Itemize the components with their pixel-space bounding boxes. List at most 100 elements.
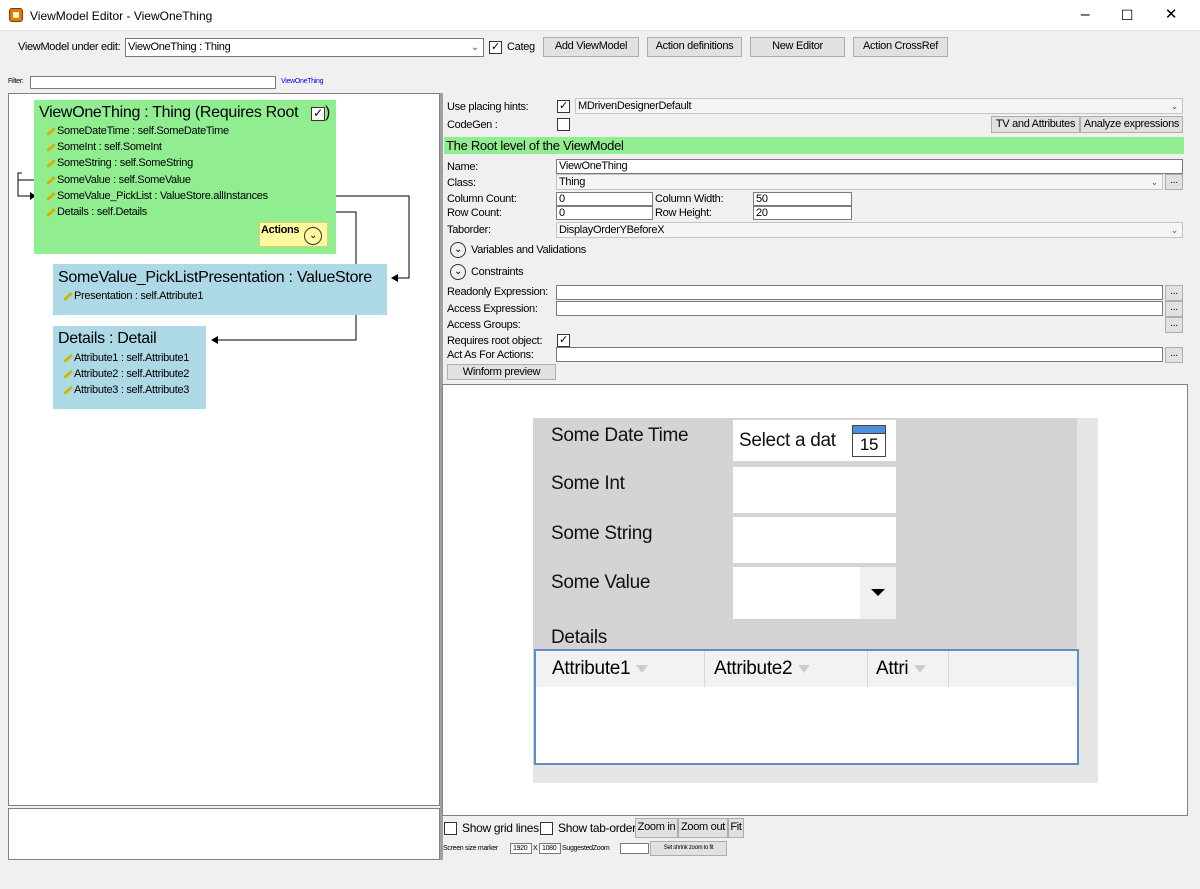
row-count-input[interactable]: 0 bbox=[556, 206, 653, 220]
chevron-down-icon: ⌄ bbox=[1170, 101, 1179, 111]
categ-label: Categ bbox=[507, 41, 535, 53]
preview-string-label: Some String bbox=[551, 523, 653, 544]
class-browse-button[interactable]: ... bbox=[1165, 174, 1183, 190]
preview-value-label: Some Value bbox=[551, 572, 651, 593]
tree-row-label: SomeString : self.SomeString bbox=[57, 157, 193, 169]
screen-height-input[interactable]: 1080 bbox=[539, 843, 561, 854]
set-shrink-zoom-button[interactable]: Set shrink zoom to fit bbox=[650, 841, 727, 856]
readonly-expression-input[interactable] bbox=[556, 285, 1163, 300]
name-input[interactable]: ViewOneThing bbox=[556, 159, 1183, 174]
chevron-down-icon[interactable]: ⌄ bbox=[304, 227, 322, 245]
requires-root-checkbox: ✓ bbox=[311, 107, 325, 121]
name-label: Name: bbox=[447, 161, 478, 173]
pencil-icon bbox=[46, 126, 56, 136]
tree-row-presentation[interactable]: Presentation : self.Attribute1 bbox=[63, 288, 204, 304]
calendar-icon[interactable]: 15 bbox=[852, 425, 886, 457]
access-browse-button[interactable]: ... bbox=[1165, 301, 1183, 317]
tree-row-label: SomeValue : self.SomeValue bbox=[57, 174, 191, 186]
access-groups-browse-button[interactable]: ... bbox=[1165, 317, 1183, 333]
tree-row-attribute1[interactable]: Attribute1 : self.Attribute1 bbox=[63, 350, 189, 366]
codegen-label: CodeGen : bbox=[447, 119, 498, 131]
chevron-down-icon[interactable]: ⌄ bbox=[450, 242, 466, 258]
column-width-input[interactable]: 50 bbox=[753, 192, 852, 206]
grid-header-attribute1[interactable]: Attribute1 bbox=[536, 651, 705, 687]
chevron-down-icon[interactable]: ⌄ bbox=[450, 264, 466, 280]
column-count-label: Column Count: bbox=[447, 193, 517, 205]
tree-row-picklist[interactable]: SomeValue_PickList : ValueStore.allInsta… bbox=[46, 188, 268, 204]
tree-row-somestring[interactable]: SomeString : self.SomeString bbox=[46, 155, 193, 171]
zoom-in-button[interactable]: Zoom in bbox=[635, 818, 678, 838]
action-crossref-button[interactable]: Action CrossRef bbox=[853, 37, 948, 57]
suggested-zoom-input[interactable] bbox=[620, 843, 649, 854]
tree-row-somedatetime[interactable]: SomeDateTime : self.SomeDateTime bbox=[46, 123, 229, 139]
add-viewmodel-button[interactable]: Add ViewModel bbox=[543, 37, 639, 57]
requires-root-object-checkbox[interactable]: ✓ bbox=[557, 334, 570, 347]
pencil-icon bbox=[46, 191, 56, 201]
act-as-for-actions-input[interactable] bbox=[556, 347, 1163, 362]
pencil-icon bbox=[46, 175, 56, 185]
pencil-icon bbox=[46, 158, 56, 168]
show-grid-lines-checkbox[interactable] bbox=[444, 822, 457, 835]
analyze-expressions-button[interactable]: Analyze expressions bbox=[1080, 116, 1183, 133]
pencil-icon bbox=[63, 291, 73, 301]
fit-button[interactable]: Fit bbox=[728, 818, 744, 838]
preview-value-combobox[interactable] bbox=[733, 567, 860, 619]
class-value: Thing bbox=[559, 176, 586, 188]
grid-header-attribute2[interactable]: Attribute2 bbox=[705, 651, 868, 687]
close-button[interactable]: ✕ bbox=[1148, 0, 1194, 31]
tree-row-somevalue[interactable]: SomeValue : self.SomeValue bbox=[46, 172, 191, 188]
tree-row-label: Details : self.Details bbox=[57, 206, 147, 218]
new-editor-button[interactable]: New Editor bbox=[750, 37, 845, 57]
preview-date-label: Some Date Time bbox=[551, 425, 689, 446]
variables-validations-toggle[interactable]: Variables and Validations bbox=[471, 244, 586, 256]
winform-preview-button[interactable]: Winform preview bbox=[447, 364, 556, 380]
preview-string-input[interactable] bbox=[733, 517, 896, 563]
taborder-select[interactable]: DisplayOrderYBeforeX ⌄ bbox=[556, 222, 1183, 238]
column-count-input[interactable]: 0 bbox=[556, 192, 653, 206]
screen-width-input[interactable]: 1920 bbox=[510, 843, 532, 854]
readonly-browse-button[interactable]: ... bbox=[1165, 285, 1183, 301]
access-expression-input[interactable] bbox=[556, 301, 1163, 316]
calendar-icon-day: 15 bbox=[859, 435, 879, 454]
taborder-value: DisplayOrderYBeforeX bbox=[559, 224, 665, 236]
tree-row-someint[interactable]: SomeInt : self.SomeInt bbox=[46, 139, 162, 155]
maximize-button[interactable]: ☐ bbox=[1104, 0, 1150, 31]
class-select[interactable]: Thing ⌄ bbox=[556, 174, 1163, 190]
constraints-toggle[interactable]: Constraints bbox=[471, 266, 524, 278]
show-tab-order-checkbox[interactable] bbox=[540, 822, 553, 835]
filter-icon bbox=[914, 664, 927, 673]
pencil-icon bbox=[63, 385, 73, 395]
root-viewmodel-title: ViewOneThing : Thing (Requires Root bbox=[39, 104, 299, 121]
tree-row-label: Attribute2 : self.Attribute2 bbox=[74, 368, 190, 380]
tree-row-attribute2[interactable]: Attribute2 : self.Attribute2 bbox=[63, 366, 189, 382]
preview-date-placeholder: Select a dat bbox=[739, 430, 836, 451]
tree-row-attribute3[interactable]: Attribute3 : self.Attribute3 bbox=[63, 382, 189, 398]
tree-row-label: Attribute3 : self.Attribute3 bbox=[74, 384, 190, 396]
zoom-out-button[interactable]: Zoom out bbox=[678, 818, 728, 838]
grid-header-attribute3[interactable]: Attri bbox=[868, 651, 949, 687]
suggested-zoom-label: SuggestedZoom bbox=[562, 845, 610, 852]
action-definitions-button[interactable]: Action definitions bbox=[647, 37, 742, 57]
minimize-button[interactable]: – bbox=[1062, 0, 1108, 31]
class-label: Class: bbox=[447, 177, 476, 189]
categ-checkbox[interactable]: ✓ bbox=[489, 41, 502, 54]
row-height-input[interactable]: 20 bbox=[753, 206, 852, 220]
calendar-icon-header bbox=[853, 426, 885, 434]
tree-row-details[interactable]: Details : self.Details bbox=[46, 204, 147, 220]
placing-hints-label: Use placing hints: bbox=[447, 101, 529, 113]
preview-int-input[interactable] bbox=[733, 467, 896, 513]
placing-hints-select[interactable]: MDrivenDesignerDefault ⌄ bbox=[575, 98, 1183, 114]
tree-row-label: Presentation : self.Attribute1 bbox=[74, 290, 204, 302]
act-as-browse-button[interactable]: ... bbox=[1165, 347, 1183, 363]
column-width-label: Column Width: bbox=[655, 193, 724, 205]
grid-header-label: Attribute1 bbox=[552, 658, 631, 679]
tv-attributes-button[interactable]: TV and Attributes bbox=[991, 116, 1080, 133]
placing-hints-checkbox[interactable]: ✓ bbox=[557, 100, 570, 113]
tree-row-label: SomeDateTime : self.SomeDateTime bbox=[57, 125, 229, 137]
preview-int-label: Some Int bbox=[551, 473, 625, 494]
grid-header-label: Attribute2 bbox=[714, 658, 793, 679]
act-as-for-actions-label: Act As For Actions: bbox=[447, 349, 534, 361]
codegen-checkbox[interactable] bbox=[557, 118, 570, 131]
filter-icon bbox=[798, 664, 811, 673]
requires-root-label: Requires root object: bbox=[447, 335, 543, 347]
